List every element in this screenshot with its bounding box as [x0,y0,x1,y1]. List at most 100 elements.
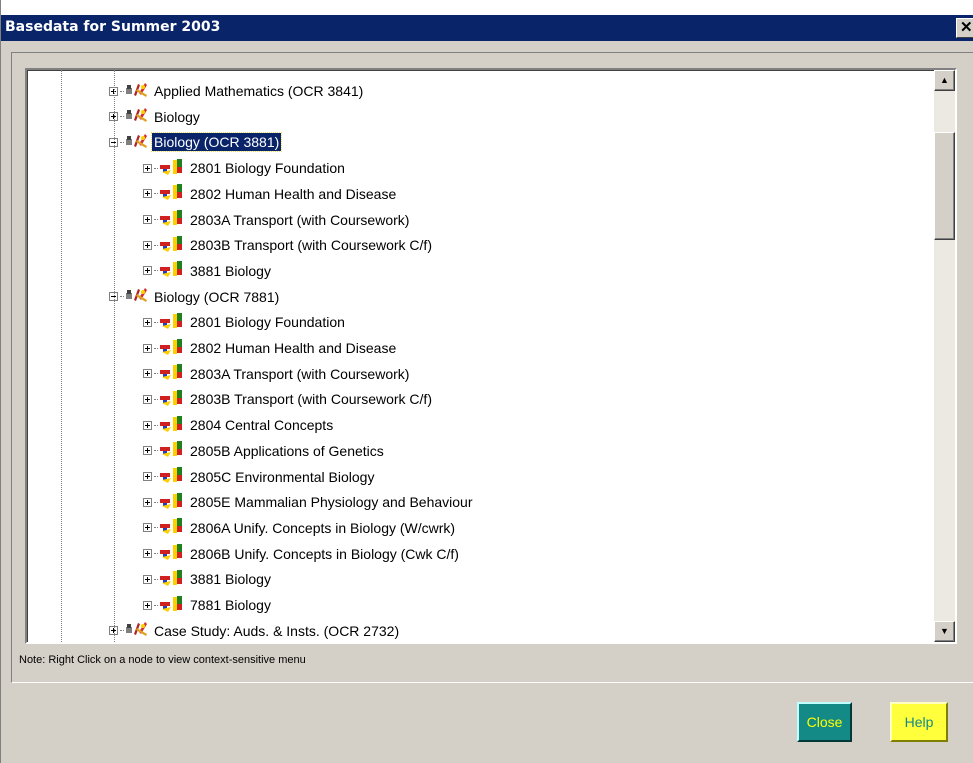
unit-icon [159,466,185,487]
tree-node-label[interactable]: 2806A Unify. Concepts in Biology (W/cwrk… [188,519,457,537]
unit-icon [159,415,185,436]
tree-connector [154,450,158,452]
tree-node-label[interactable]: 2803B Transport (with Coursework C/f) [188,390,434,408]
tree-guide-line [61,70,62,642]
tree-node-unit[interactable]: 2803A Transport (with Coursework) [143,364,411,384]
tree-node-unit[interactable]: 2805B Applications of Genetics [143,441,386,461]
expand-icon[interactable] [143,369,152,379]
tree-node-unit[interactable]: 3881 Biology [143,261,273,281]
tree-node-unit[interactable]: 3881 Biology [143,569,273,589]
tree-node-unit[interactable]: 2803B Transport (with Coursework C/f) [143,389,434,409]
unit-icon [159,517,185,538]
tree-node-label[interactable]: 2803A Transport (with Coursework) [188,365,411,383]
tree-node-qualification[interactable]: Biology [109,107,202,127]
tree-node-label[interactable]: 2802 Human Health and Disease [188,339,398,357]
tree-node-qualification[interactable]: Applied Mathematics (OCR 3841) [109,81,365,101]
scroll-up-button[interactable]: ▲ [934,70,955,91]
expand-icon[interactable] [143,394,152,404]
tree-view[interactable]: Applied Mathematics (OCR 3841) Biology Bio… [25,68,957,644]
title-bar[interactable]: Basedata for Summer 2003 ✕ [1,15,973,41]
expand-icon[interactable] [143,189,152,199]
expand-icon[interactable] [143,600,152,610]
tree-node-qualification[interactable]: Biology (OCR 7881) [109,287,281,307]
tree-connector [154,578,158,580]
expand-icon[interactable] [143,446,152,456]
expand-icon[interactable] [143,215,152,224]
unit-icon [159,363,185,384]
qualification-icon [125,81,149,102]
expand-icon[interactable] [143,497,152,507]
expand-icon[interactable] [143,472,152,481]
tree-node-label[interactable]: Biology (OCR 7881) [152,288,281,306]
close-button[interactable]: Close [797,702,852,742]
tree-node-label[interactable]: 2803A Transport (with Coursework) [188,211,411,229]
qualification-icon [125,106,149,127]
tree-node-label[interactable]: 2806B Unify. Concepts in Biology (Cwk C/… [188,545,461,563]
tree-connector [120,296,124,298]
tree-node-label[interactable]: 3881 Biology [188,262,273,280]
tree-node-label[interactable]: 2805B Applications of Genetics [188,442,386,460]
unit-icon [159,543,185,564]
expand-icon[interactable] [143,523,152,533]
tree-connector [154,167,158,169]
scroll-thumb[interactable] [934,132,955,240]
tree-node-unit[interactable]: 7881 Biology [143,595,273,615]
expand-icon[interactable] [143,343,152,353]
tree-node-label[interactable]: 2804 Central Concepts [188,416,335,434]
tree-node-label[interactable]: Case Study: Auds. & Insts. (OCR 2732) [152,622,401,640]
tree-node-label[interactable]: 7881 Biology [188,596,273,614]
tree-node-label[interactable]: Applied Mathematics (OCR 3841) [152,82,365,100]
tree-connector [154,219,158,220]
close-icon[interactable]: ✕ [956,18,973,38]
scroll-down-button[interactable]: ▼ [934,621,955,642]
tree-node-unit[interactable]: 2806A Unify. Concepts in Biology (W/cwrk… [143,518,457,538]
unit-icon [159,569,185,590]
desktop-strip [1,0,973,15]
expand-icon[interactable] [143,574,152,584]
tree-node-unit[interactable]: 2805E Mammalian Physiology and Behaviour [143,492,475,512]
tree-guide-line [114,70,115,642]
tree-connector [154,501,158,503]
tree-connector [154,476,158,477]
tree-connector [154,398,158,400]
tree-connector [120,90,124,92]
tree-node-label[interactable]: 2801 Biology Foundation [188,313,347,331]
tree-node-unit[interactable]: 2804 Central Concepts [143,415,335,435]
expand-icon[interactable] [143,163,152,173]
expand-icon[interactable] [143,317,152,327]
expand-icon[interactable] [143,266,152,276]
tree-node-unit[interactable]: 2805C Environmental Biology [143,467,376,487]
tree-node-label[interactable]: Biology [152,108,202,126]
tree-node-label[interactable]: Biology (OCR 3881) [150,132,283,153]
tree-node-qualification[interactable]: Case Study: Auds. & Insts. (OCR 2732) [109,621,401,641]
tree-node-label[interactable]: 2802 Human Health and Disease [188,185,398,203]
expand-icon[interactable] [143,240,152,250]
tree-node-label[interactable]: 2803B Transport (with Coursework C/f) [188,236,434,254]
tree-node-unit[interactable]: 2803B Transport (with Coursework C/f) [143,235,434,255]
tree-node-unit[interactable]: 2802 Human Health and Disease [143,184,398,204]
unit-icon [159,338,185,359]
tree-connector [154,553,158,555]
unit-icon [159,389,185,410]
window-title: Basedata for Summer 2003 [5,19,221,35]
tree-node-label[interactable]: 2805C Environmental Biology [188,468,376,486]
tree-node-qualification[interactable]: Biology (OCR 3881) [109,132,283,153]
qualification-icon [125,286,149,307]
tree-node-unit[interactable]: 2806B Unify. Concepts in Biology (Cwk C/… [143,544,461,564]
tree-node-unit[interactable]: 2801 Biology Foundation [143,158,347,178]
tree-node-label[interactable]: 2801 Biology Foundation [188,159,347,177]
tree-connector [120,141,124,143]
tree-connector [154,604,158,606]
hint-note: Note: Right Click on a node to view cont… [19,654,306,666]
tree-node-label[interactable]: 3881 Biology [188,570,273,588]
vertical-scrollbar[interactable]: ▲ ▼ [934,70,955,642]
tree-node-label[interactable]: 2805E Mammalian Physiology and Behaviour [188,493,475,511]
tree-node-unit[interactable]: 2801 Biology Foundation [143,312,347,332]
expand-icon[interactable] [143,420,152,430]
expand-icon[interactable] [143,549,152,559]
tree-node-unit[interactable]: 2802 Human Health and Disease [143,338,398,358]
tree-connector [154,424,158,426]
help-button[interactable]: Help [890,702,948,742]
qualification-icon [125,132,149,153]
tree-node-unit[interactable]: 2803A Transport (with Coursework) [143,210,411,230]
